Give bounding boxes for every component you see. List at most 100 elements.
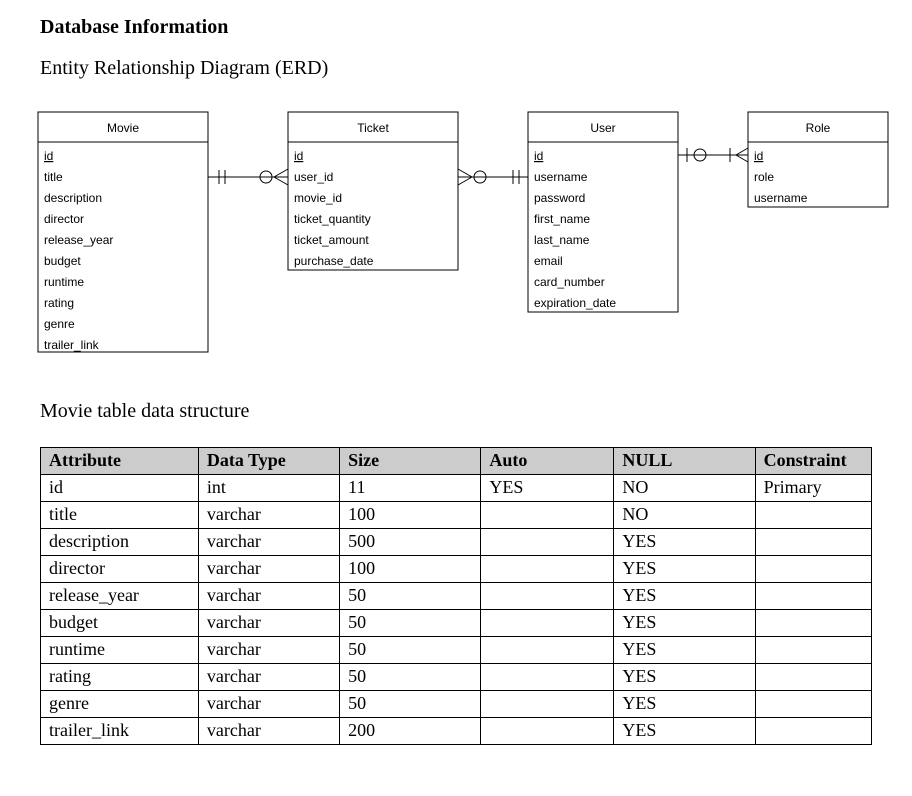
table-cell: [755, 637, 871, 664]
table-cell: title: [41, 502, 199, 529]
svg-text:user_id: user_id: [294, 170, 333, 184]
table-cell: NO: [614, 475, 755, 502]
table-cell: [755, 610, 871, 637]
table-row: runtimevarchar50YES: [41, 637, 872, 664]
col-auto: Auto: [481, 448, 614, 475]
table-cell: [481, 556, 614, 583]
svg-text:id: id: [534, 149, 543, 163]
svg-text:expiration_date: expiration_date: [534, 296, 616, 310]
table-cell: varchar: [198, 556, 339, 583]
table-cell: [755, 583, 871, 610]
table-cell: 11: [340, 475, 481, 502]
svg-text:Movie: Movie: [107, 121, 139, 135]
table-cell: rating: [41, 664, 199, 691]
col-null: NULL: [614, 448, 755, 475]
table-row: ratingvarchar50YES: [41, 664, 872, 691]
table-cell: [481, 502, 614, 529]
table-cell: trailer_link: [41, 718, 199, 745]
table-cell: int: [198, 475, 339, 502]
table-cell: [481, 718, 614, 745]
table-cell: [755, 691, 871, 718]
table-cell: [755, 502, 871, 529]
table-cell: NO: [614, 502, 755, 529]
svg-text:runtime: runtime: [44, 275, 84, 289]
table-cell: [755, 718, 871, 745]
col-data-type: Data Type: [198, 448, 339, 475]
schema-section-label: Movie table data structure: [40, 400, 872, 423]
table-cell: 50: [340, 691, 481, 718]
table-cell: YES: [481, 475, 614, 502]
table-cell: YES: [614, 529, 755, 556]
table-cell: director: [41, 556, 199, 583]
rel-ticket-user: [458, 169, 528, 185]
table-cell: [481, 529, 614, 556]
table-cell: 50: [340, 583, 481, 610]
table-cell: budget: [41, 610, 199, 637]
erd-diagram: Movie id title description director rele…: [18, 102, 898, 382]
rel-movie-ticket: [208, 169, 288, 185]
table-cell: [481, 691, 614, 718]
svg-text:purchase_date: purchase_date: [294, 254, 374, 268]
svg-text:id: id: [44, 149, 53, 163]
table-cell: varchar: [198, 691, 339, 718]
entity-ticket: Ticket id user_id movie_id ticket_quanti…: [288, 112, 458, 270]
table-row: directorvarchar100 YES: [41, 556, 872, 583]
table-row: release_yearvarchar50YES: [41, 583, 872, 610]
table-cell: [481, 610, 614, 637]
table-cell: 50: [340, 637, 481, 664]
table-cell: 50: [340, 664, 481, 691]
col-attribute: Attribute: [41, 448, 199, 475]
table-cell: YES: [614, 637, 755, 664]
table-header-row: Attribute Data Type Size Auto NULL Const…: [41, 448, 872, 475]
table-cell: YES: [614, 556, 755, 583]
schema-table: Attribute Data Type Size Auto NULL Const…: [40, 447, 872, 745]
svg-text:genre: genre: [44, 317, 75, 331]
table-cell: description: [41, 529, 199, 556]
svg-text:Role: Role: [806, 121, 831, 135]
table-cell: YES: [614, 691, 755, 718]
svg-text:director: director: [44, 212, 84, 226]
table-cell: 200: [340, 718, 481, 745]
svg-text:budget: budget: [44, 254, 81, 268]
svg-text:ticket_quantity: ticket_quantity: [294, 212, 371, 226]
table-cell: 100: [340, 556, 481, 583]
svg-text:trailer_link: trailer_link: [44, 338, 100, 352]
table-row: idint11YESNOPrimary: [41, 475, 872, 502]
svg-text:Ticket: Ticket: [357, 121, 389, 135]
table-cell: varchar: [198, 502, 339, 529]
table-cell: 50: [340, 610, 481, 637]
table-cell: 100: [340, 502, 481, 529]
erd-subtitle: Entity Relationship Diagram (ERD): [40, 57, 872, 80]
col-constraint: Constraint: [755, 448, 871, 475]
col-size: Size: [340, 448, 481, 475]
svg-text:rating: rating: [44, 296, 74, 310]
svg-text:card_number: card_number: [534, 275, 605, 289]
table-cell: varchar: [198, 718, 339, 745]
table-cell: varchar: [198, 529, 339, 556]
svg-text:first_name: first_name: [534, 212, 590, 226]
svg-text:id: id: [294, 149, 303, 163]
svg-text:email: email: [534, 254, 563, 268]
table-cell: [755, 664, 871, 691]
svg-text:release_year: release_year: [44, 233, 113, 247]
svg-text:password: password: [534, 191, 585, 205]
svg-text:ticket_amount: ticket_amount: [294, 233, 369, 247]
entity-movie: Movie id title description director rele…: [38, 112, 208, 352]
rel-user-role: [678, 148, 748, 162]
table-cell: YES: [614, 718, 755, 745]
entity-user: User id username password first_name las…: [528, 112, 678, 312]
table-cell: id: [41, 475, 199, 502]
table-cell: YES: [614, 583, 755, 610]
table-cell: genre: [41, 691, 199, 718]
page-title: Database Information: [40, 16, 872, 39]
table-cell: [755, 556, 871, 583]
svg-text:username: username: [754, 191, 808, 205]
table-row: trailer_linkvarchar200 YES: [41, 718, 872, 745]
table-row: budgetvarchar50YES: [41, 610, 872, 637]
table-cell: varchar: [198, 610, 339, 637]
table-cell: YES: [614, 664, 755, 691]
svg-text:description: description: [44, 191, 102, 205]
table-cell: runtime: [41, 637, 199, 664]
svg-text:movie_id: movie_id: [294, 191, 342, 205]
table-cell: [481, 637, 614, 664]
